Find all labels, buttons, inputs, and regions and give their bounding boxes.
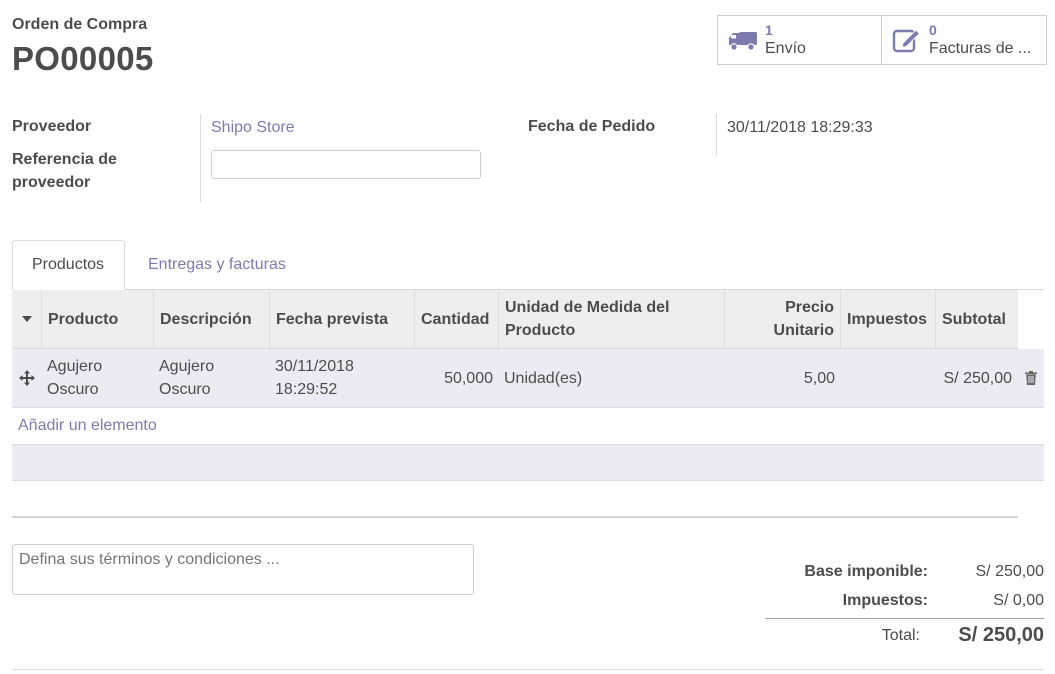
drag-handle[interactable] <box>12 349 42 407</box>
total-value: S/ 250,00 <box>958 624 1044 646</box>
column-taxes[interactable]: Impuestos <box>841 290 936 348</box>
shipping-label: Envío <box>765 40 806 57</box>
cell-uom[interactable]: Unidad(es) <box>498 349 724 407</box>
totals-divider <box>765 618 1044 619</box>
total-label: Total: <box>881 627 920 644</box>
column-date-planned[interactable]: Fecha prevista <box>270 290 415 348</box>
empty-row <box>12 445 1044 481</box>
table-footer <box>12 516 1018 518</box>
column-subtotal[interactable]: Subtotal <box>936 290 1018 348</box>
cell-subtotal: S/ 250,00 <box>943 369 1013 387</box>
field-divider <box>716 114 717 156</box>
column-product[interactable]: Producto <box>42 290 154 348</box>
truck-icon <box>729 32 757 51</box>
column-uom[interactable]: Unidad de Medida del Producto <box>499 290 725 348</box>
taxes-amount-label: Impuestos: <box>842 592 928 609</box>
cell-description[interactable]: Agujero Oscuro <box>153 349 265 407</box>
vendor-reference-input[interactable] <box>211 150 481 179</box>
edit-icon <box>892 29 921 53</box>
caret-down-icon <box>21 316 32 322</box>
add-line-link[interactable]: Añadir un elemento <box>18 417 157 435</box>
cell-quantity[interactable]: 50,000 <box>415 349 499 407</box>
column-quantity[interactable]: Cantidad <box>415 290 499 348</box>
sheet-bottom-divider <box>12 669 1044 670</box>
shipping-smart-button[interactable]: 1 Envío <box>717 15 882 65</box>
delete-row-button[interactable] <box>1018 349 1044 407</box>
cell-product[interactable]: Agujero Oscuro <box>41 349 153 407</box>
vendor-link[interactable]: Shipo Store <box>211 119 295 137</box>
trash-icon <box>1025 371 1037 385</box>
untaxed-amount-label: Base imponible: <box>804 563 928 580</box>
row-handle-header[interactable] <box>12 290 42 348</box>
move-arrows-icon <box>19 370 35 386</box>
invoices-smart-button[interactable]: 0 Facturas de ... <box>881 15 1047 65</box>
tab-deliveries-invoices[interactable]: Entregas y facturas <box>148 256 286 274</box>
terms-conditions-input[interactable] <box>12 544 474 595</box>
order-date-label: Fecha de Pedido <box>528 118 656 135</box>
vendor-reference-label: Referencia de proveedor <box>12 151 117 191</box>
order-lines-header: Producto Descripción Fecha prevista Cant… <box>12 290 1018 349</box>
document-name: PO00005 <box>12 40 154 77</box>
invoices-label: Facturas de ... <box>929 40 1032 57</box>
tab-products[interactable]: Productos <box>12 240 125 292</box>
taxes-amount-value: S/ 0,00 <box>993 592 1044 609</box>
order-date-value[interactable]: 30/11/2018 18:29:33 <box>727 119 873 137</box>
cell-date-planned[interactable]: 30/11/2018 18:29:52 <box>269 349 389 407</box>
table-row[interactable]: Agujero Oscuro Agujero Oscuro 30/11/2018… <box>12 349 1044 408</box>
tab-products-label: Productos <box>32 256 105 273</box>
field-divider <box>200 114 201 202</box>
cell-unit-price[interactable]: 5,00 <box>725 349 841 407</box>
vendor-label: Proveedor <box>12 118 92 135</box>
document-type-label: Orden de Compra <box>12 16 148 33</box>
column-unit-price[interactable]: Precio Unitario <box>725 290 841 348</box>
column-description[interactable]: Descripción <box>154 290 270 348</box>
invoices-count: 0 <box>929 22 937 38</box>
add-line-row: Añadir un elemento <box>12 408 1044 445</box>
shipping-count: 1 <box>765 22 773 38</box>
untaxed-amount-value: S/ 250,00 <box>975 563 1045 580</box>
